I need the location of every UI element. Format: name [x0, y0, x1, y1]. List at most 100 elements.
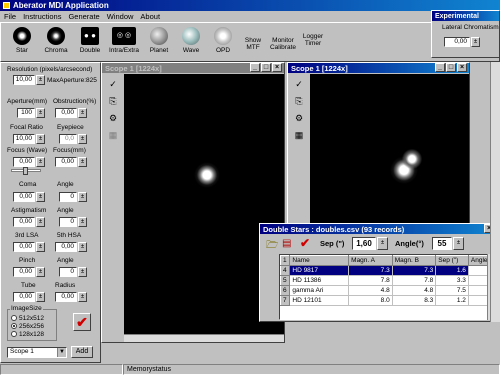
lsa3-field[interactable]: 0,00 [13, 242, 35, 252]
menu-generate[interactable]: Generate [68, 12, 99, 21]
coma-angle-field[interactable]: 0 [59, 192, 77, 202]
column-header-magn-b[interactable]: Magn. B [391, 255, 437, 266]
tube-spin[interactable]: ± [36, 292, 45, 302]
coma-spin[interactable]: ± [36, 192, 45, 202]
cell-magn-a[interactable]: 4.8 [348, 285, 393, 296]
scope-2-titlebar[interactable]: Scope 1 [1224x] _ □ × [288, 63, 469, 73]
scope-1-settings-icon[interactable]: ⚙ [106, 111, 120, 125]
scope-2-minimize-button[interactable]: _ [435, 63, 445, 72]
double-stars-window[interactable]: Double Stars : doubles.csv (93 records) … [259, 223, 497, 322]
cell-name[interactable]: HD 9817 [289, 265, 350, 276]
scope-1-check-icon[interactable]: ✓ [106, 77, 120, 91]
pinch-angle-spin[interactable]: ± [78, 267, 87, 277]
radius-spin[interactable]: ± [78, 292, 87, 302]
scope-2-calendar-icon[interactable]: ▦ [292, 128, 306, 142]
focus-slider[interactable] [11, 167, 41, 175]
scope-2-maximize-button[interactable]: □ [446, 63, 456, 72]
wave-button[interactable]: Wave [176, 25, 206, 61]
hsa5-field[interactable]: 0,00 [55, 242, 77, 252]
chroma-button[interactable]: Chroma [41, 25, 71, 61]
focus-wave-spin[interactable]: ± [36, 157, 45, 167]
focus-mm-field[interactable]: 0,00 [55, 157, 77, 167]
focal-ratio-field[interactable]: 10,00 [13, 134, 35, 144]
column-header-name[interactable]: Name [289, 255, 350, 266]
pinch-spin[interactable]: ± [36, 267, 45, 277]
sep-spin[interactable]: ± [377, 237, 388, 250]
pinch-angle-field[interactable]: 0 [59, 267, 77, 277]
lateral-chromatism-spin[interactable]: ± [471, 37, 480, 47]
table-row[interactable]: 7 HD 12101 8.0 8.3 1.2 [280, 295, 492, 306]
sep-field[interactable]: 1,60 [352, 237, 376, 250]
double-stars-titlebar[interactable]: Double Stars : doubles.csv (93 records) … [260, 224, 496, 234]
obstruction-spin[interactable]: ± [78, 108, 87, 118]
save-file-icon[interactable]: ▤ [282, 238, 291, 249]
scope-1-maximize-button[interactable]: □ [261, 63, 271, 72]
double-button[interactable]: ● ● Double [75, 25, 105, 61]
menu-file[interactable]: File [4, 12, 16, 21]
angle-field[interactable]: 55 [432, 237, 452, 250]
column-header-sep[interactable]: Sep (") [435, 255, 469, 266]
menu-about[interactable]: About [140, 12, 160, 21]
opd-button[interactable]: OPD [208, 25, 238, 61]
imagesize-option-256[interactable]: 256x256 [11, 323, 44, 330]
hsa5-spin[interactable]: ± [78, 242, 87, 252]
star-button[interactable]: Star [7, 25, 37, 61]
astigmatism-angle-spin[interactable]: ± [78, 217, 87, 227]
scope-window-1[interactable]: Scope 1 [1224x] _ □ × ✓ ⎘ ⚙ ▦ [101, 62, 285, 343]
focus-slider-thumb[interactable] [23, 167, 28, 175]
cell-sep[interactable]: 3.3 [435, 275, 469, 286]
menu-window[interactable]: Window [107, 12, 134, 21]
mdi-vscrollbar[interactable] [490, 62, 500, 322]
cell-magn-b[interactable]: 7.8 [391, 275, 437, 286]
astigmatism-angle-field[interactable]: 0 [59, 217, 77, 227]
open-file-icon[interactable]: 🗁 [266, 238, 278, 255]
scope-2-close-button[interactable]: × [457, 63, 467, 72]
eyepiece-spin[interactable]: ± [78, 134, 87, 144]
aperture-spin[interactable]: ± [36, 108, 45, 118]
eyepiece-field[interactable]: 0,0 [59, 134, 77, 144]
show-mtf-button[interactable]: Show MTF [238, 25, 268, 61]
monitor-calibrate-button[interactable]: Monitor Calibrate [267, 25, 299, 61]
apply-check-icon[interactable]: ✔ [300, 236, 310, 250]
focus-wave-field[interactable]: 0,00 [13, 157, 35, 167]
scope-select[interactable]: Scope 1 ▼ [7, 347, 67, 358]
cell-magn-b[interactable]: 7.3 [391, 265, 437, 276]
scope-1-titlebar[interactable]: Scope 1 [1224x] _ □ × [102, 63, 284, 73]
obstruction-field[interactable]: 0,00 [55, 108, 77, 118]
cell-sep[interactable]: 7.5 [435, 285, 469, 296]
lateral-chromatism-field[interactable]: 0,00 [444, 37, 470, 47]
cell-magn-b[interactable]: 4.8 [391, 285, 437, 296]
table-row[interactable]: 4 HD 9817 7.3 7.3 1.6 [280, 265, 492, 276]
coma-angle-spin[interactable]: ± [78, 192, 87, 202]
cell-magn-a[interactable]: 7.8 [348, 275, 393, 286]
apply-checkmark-button[interactable]: ✔ [73, 313, 91, 331]
aperture-field[interactable]: 100 [17, 108, 35, 118]
table-row[interactable]: 5 HD 11386 7.8 7.8 3.3 [280, 275, 492, 286]
double-stars-grid[interactable]: 1 Name Magn. A Magn. B Sep (") Angle (°)… [279, 254, 493, 320]
imagesize-option-128[interactable]: 128x128 [11, 331, 44, 338]
scope-1-grid-icon[interactable]: ▦ [106, 128, 120, 142]
scope-2-copy-icon[interactable]: ⎘ [292, 94, 306, 108]
cell-magn-a[interactable]: 7.3 [348, 265, 393, 276]
scope-1-hscrollbar[interactable] [124, 334, 284, 342]
resolution-spin[interactable]: ± [36, 75, 45, 85]
cell-sep[interactable]: 1.6 [435, 265, 469, 276]
scope-2-check-icon[interactable]: ✓ [292, 77, 306, 91]
coma-field[interactable]: 0,00 [13, 192, 35, 202]
resolution-field[interactable]: 10,00 [13, 75, 35, 85]
cell-sep[interactable]: 1.2 [435, 295, 469, 306]
intra-extra-button[interactable]: ◎ ◎ Intra/Extra [107, 25, 141, 61]
imagesize-option-512[interactable]: 512x512 [11, 315, 44, 322]
angle-spin[interactable]: ± [453, 237, 464, 250]
focal-ratio-spin[interactable]: ± [36, 134, 45, 144]
scope-1-minimize-button[interactable]: _ [250, 63, 260, 72]
scope-1-close-button[interactable]: × [272, 63, 282, 72]
astigmatism-spin[interactable]: ± [36, 217, 45, 227]
astigmatism-field[interactable]: 0,00 [13, 217, 35, 227]
add-button[interactable]: Add [71, 346, 93, 358]
cell-name[interactable]: HD 12101 [289, 295, 350, 306]
planet-button[interactable]: Planet [144, 25, 174, 61]
radius-field[interactable]: 0,00 [55, 292, 77, 302]
table-row[interactable]: 6 gamma Ari 4.8 4.8 7.5 [280, 285, 492, 296]
focus-mm-spin[interactable]: ± [78, 157, 87, 167]
